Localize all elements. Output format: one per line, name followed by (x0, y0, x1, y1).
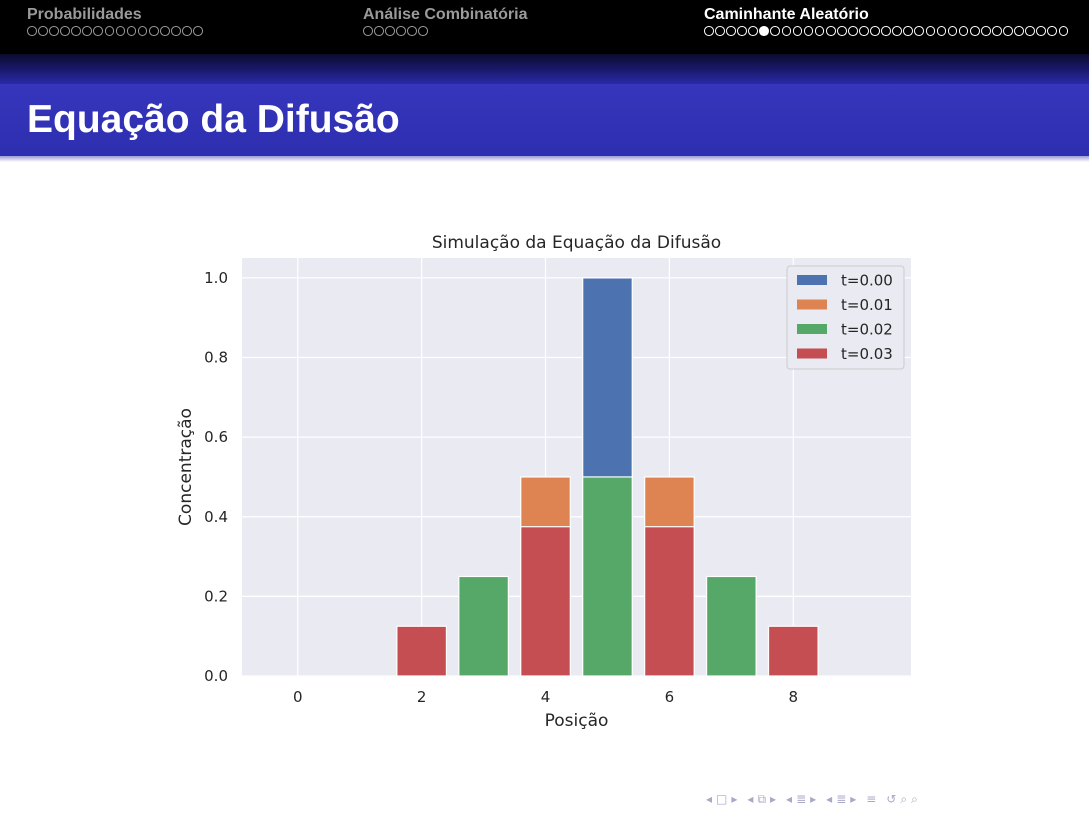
legend-swatch (797, 275, 827, 285)
y-tick-labels: 0.0 0.2 0.4 0.6 0.8 1.0 (204, 269, 228, 685)
bar (458, 575, 509, 677)
nav-symbol-icon[interactable]: ◂ (706, 790, 712, 808)
nav-symbol-icon[interactable]: ◂ (786, 790, 792, 808)
legend-label: t=0.01 (841, 296, 893, 314)
x-tick-label: 0 (293, 688, 303, 706)
legend-swatch (797, 299, 827, 310)
y-tick-label: 1.0 (204, 269, 228, 287)
beamer-navigation-symbols: ◂ □ ▸ ◂ ⧉ ▸ ◂ ≣ ▸ ◂ ≣ ▸ ≡ ↺ ⌕ ⌕ (706, 790, 922, 808)
nav-symbol-icon[interactable]: ▸ (810, 790, 816, 808)
legend-label: t=0.03 (841, 345, 893, 363)
bar (396, 625, 448, 677)
y-axis-label: Concentração (176, 408, 196, 526)
nav-symbol-icon[interactable]: ⌕ (900, 790, 907, 808)
bar (705, 575, 757, 677)
x-tick-label: 4 (541, 688, 551, 706)
x-tick-label: 6 (665, 688, 675, 706)
nav-symbol-icon[interactable]: □ (716, 790, 727, 808)
y-tick-label: 0.4 (204, 508, 228, 526)
legend-swatch (797, 348, 827, 359)
bar (644, 526, 695, 677)
diffusion-bar-chart: 0.0 0.2 0.4 0.6 0.8 1.0 0 2 4 6 8 Simulação da Eq… (176, 233, 911, 731)
legend-label: t=0.00 (841, 272, 893, 290)
x-tick-label: 8 (789, 688, 799, 706)
y-tick-label: 0.6 (204, 428, 228, 446)
x-axis-label: Posição (545, 711, 609, 731)
nav-symbol-icon[interactable]: ⌕ (911, 790, 918, 808)
legend: t=0.00 t=0.01 t=0.02 t=0.03 (786, 265, 905, 370)
bar (520, 526, 571, 677)
bar (582, 476, 633, 677)
nav-symbol-icon[interactable]: ▸ (770, 790, 776, 808)
x-tick-label: 2 (417, 688, 427, 706)
y-tick-label: 0.2 (204, 587, 228, 605)
nav-symbol-icon[interactable]: ≡ (866, 790, 876, 808)
nav-symbol-icon[interactable]: ↺ (886, 790, 896, 808)
nav-symbol-icon[interactable]: ≣ (836, 790, 846, 808)
chart-title: Simulação da Equação da Difusão (432, 233, 721, 253)
bar (767, 625, 819, 677)
y-tick-label: 0.8 (204, 349, 228, 367)
nav-symbol-icon[interactable]: ◂ (747, 790, 753, 808)
y-tick-label: 0.0 (204, 667, 228, 685)
nav-symbol-icon[interactable]: ▸ (731, 790, 737, 808)
legend-swatch (797, 324, 827, 334)
nav-symbol-icon[interactable]: ▸ (850, 790, 856, 808)
x-tick-labels: 0 2 4 6 8 (293, 688, 798, 706)
nav-symbol-icon[interactable]: ⧉ (757, 790, 766, 808)
legend-label: t=0.02 (841, 321, 893, 339)
nav-symbol-icon[interactable]: ◂ (826, 790, 832, 808)
nav-symbol-icon[interactable]: ≣ (796, 790, 806, 808)
